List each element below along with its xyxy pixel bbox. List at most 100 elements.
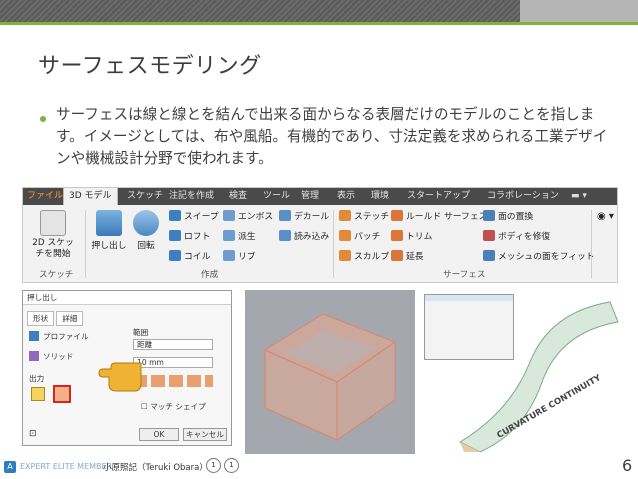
dialog-tab-shape[interactable]: 形状 bbox=[27, 311, 55, 326]
profile-select[interactable]: プロファイル bbox=[29, 331, 89, 342]
ribbon-tab-bar: ファイル 3D モデル スケッチ 注記を作成 検査 ツール 管理 表示 環境 ス… bbox=[23, 188, 617, 205]
tab-inspect[interactable]: 検査 bbox=[229, 188, 247, 205]
extrude-icon bbox=[96, 210, 122, 236]
tab-getting-started[interactable]: スタートアップ bbox=[407, 188, 470, 205]
emboss-icon bbox=[223, 210, 235, 221]
start-2d-sketch-button[interactable]: 2D スケッチを開始 bbox=[29, 210, 77, 260]
bullet-dot bbox=[40, 116, 46, 122]
tab-collaborate[interactable]: コラボレーション bbox=[487, 188, 559, 205]
start-2d-sketch-label: 2D スケッチを開始 bbox=[32, 238, 74, 259]
camera-icon[interactable]: ▬ ▾ bbox=[571, 188, 587, 205]
cancel-button[interactable]: キャンセル bbox=[183, 428, 227, 441]
repair-bodies-label: ボディを修復 bbox=[498, 232, 551, 242]
sketch-icon bbox=[40, 210, 66, 236]
decal-icon bbox=[279, 210, 291, 221]
profile-icon bbox=[29, 331, 39, 341]
coil-button[interactable]: コイル bbox=[169, 250, 210, 264]
tab-3d-model[interactable]: 3D モデル bbox=[63, 188, 118, 205]
curvature-continuity-image: CURVATURE CONTINUITY bbox=[420, 292, 620, 453]
range-value: 距離 bbox=[137, 340, 153, 349]
help-icon[interactable]: ⊡ bbox=[29, 429, 37, 439]
tab-manage[interactable]: 管理 bbox=[301, 188, 319, 205]
patch-button[interactable]: パッチ bbox=[339, 230, 380, 244]
sweep-button[interactable]: スイープ bbox=[169, 210, 219, 224]
rib-icon bbox=[223, 250, 235, 261]
group-label-surface: サーフェス bbox=[443, 270, 486, 280]
group-divider bbox=[85, 210, 86, 278]
tab-sketch[interactable]: スケッチ bbox=[127, 188, 163, 205]
tab-environment[interactable]: 環境 bbox=[371, 188, 389, 205]
trim-icon bbox=[391, 230, 403, 241]
author-name: 小原照記（Teruki Obara） bbox=[103, 463, 208, 473]
import-icon bbox=[279, 230, 291, 241]
settings-dialog-thumbnail bbox=[424, 294, 514, 360]
group-divider bbox=[333, 210, 334, 278]
ruled-surface-icon bbox=[391, 210, 403, 221]
rib-label: リブ bbox=[238, 252, 256, 262]
tab-view[interactable]: 表示 bbox=[337, 188, 355, 205]
solid-icon bbox=[29, 351, 39, 361]
range-label: 範囲 bbox=[133, 328, 149, 337]
revolve-icon bbox=[133, 210, 159, 236]
import-label: 読み込み bbox=[294, 232, 330, 242]
extend-icon bbox=[391, 250, 403, 261]
surface-box-illustration bbox=[263, 313, 397, 441]
tab-annotate[interactable]: 注記を作成 bbox=[169, 188, 214, 205]
patch-label: パッチ bbox=[354, 232, 381, 242]
stitch-label: ステッチ bbox=[354, 212, 390, 222]
fit-mesh-face-button[interactable]: メッシュの面をフィット bbox=[483, 250, 595, 264]
emboss-button[interactable]: エンボス bbox=[223, 210, 273, 224]
dialog-tab-more[interactable]: 詳細 bbox=[56, 311, 84, 326]
replace-face-button[interactable]: 面の置換 bbox=[483, 210, 533, 224]
repair-bodies-button[interactable]: ボディを修復 bbox=[483, 230, 550, 244]
top-banner-light bbox=[520, 0, 638, 22]
revolve-button[interactable]: 回転 bbox=[131, 210, 161, 251]
range-select[interactable]: 距離 bbox=[133, 339, 213, 350]
output-surface-button[interactable] bbox=[53, 385, 71, 403]
patch-icon bbox=[339, 230, 351, 241]
match-shape-checkbox[interactable]: ☐ マッチ シェイプ bbox=[141, 401, 206, 412]
expert-elite-member-label: EXPERT ELITE MEMBER bbox=[20, 462, 113, 471]
freeform-dropdown-icon[interactable]: ◉ ▾ bbox=[597, 210, 614, 224]
ruled-surface-button[interactable]: ルールド サーフェス bbox=[391, 210, 487, 224]
decal-button[interactable]: デカール bbox=[279, 210, 329, 224]
loft-label: ロフト bbox=[184, 232, 211, 242]
pointing-hand-icon bbox=[98, 362, 142, 392]
sculpt-button[interactable]: スカルプ bbox=[339, 250, 389, 264]
direction-buttons[interactable] bbox=[133, 375, 213, 387]
distance-input[interactable]: 10 mm bbox=[133, 357, 213, 368]
group-label-create: 作成 bbox=[201, 270, 219, 280]
stitch-button[interactable]: ステッチ bbox=[339, 210, 389, 224]
output-label: 出力 bbox=[29, 374, 45, 383]
trim-button[interactable]: トリム bbox=[391, 230, 432, 244]
match-shape-label: マッチ シェイプ bbox=[150, 402, 206, 411]
tab-tools[interactable]: ツール bbox=[263, 188, 290, 205]
group-label-sketch: スケッチ bbox=[39, 270, 74, 280]
ok-button[interactable]: OK bbox=[139, 428, 179, 441]
derive-label: 派生 bbox=[238, 232, 256, 242]
trim-label: トリム bbox=[406, 232, 433, 242]
solid-label: ソリッド bbox=[43, 352, 74, 361]
extend-button[interactable]: 延長 bbox=[391, 250, 424, 264]
extrude-dialog-screenshot: 押し出し 形状 詳細 プロファイル ソリッド 出力 範囲 距離 10 mm ☐ マ… bbox=[22, 290, 232, 446]
emboss-label: エンボス bbox=[238, 212, 274, 222]
coil-label: コイル bbox=[184, 252, 211, 262]
extrude-button[interactable]: 押し出し bbox=[91, 210, 127, 251]
rib-button[interactable]: リブ bbox=[223, 250, 256, 264]
repair-bodies-icon bbox=[483, 230, 495, 241]
slide-bullet-text: サーフェスは線と線とを結んで出来る面からなる表層だけのモデルのことを指します。イ… bbox=[56, 106, 608, 167]
import-button[interactable]: 読み込み bbox=[279, 230, 329, 244]
tab-file[interactable]: ファイル bbox=[27, 188, 63, 205]
ribbon-screenshot: ファイル 3D モデル スケッチ 注記を作成 検査 ツール 管理 表示 環境 ス… bbox=[22, 187, 618, 283]
loft-icon bbox=[169, 230, 181, 241]
output-solid-button[interactable] bbox=[31, 387, 45, 401]
derive-icon bbox=[223, 230, 235, 241]
fit-mesh-face-label: メッシュの面をフィット bbox=[498, 252, 595, 262]
replace-face-icon bbox=[483, 210, 495, 221]
solid-select[interactable]: ソリッド bbox=[29, 351, 73, 362]
derive-button[interactable]: 派生 bbox=[223, 230, 256, 244]
sculpt-label: スカルプ bbox=[354, 252, 390, 262]
slide-title: サーフェスモデリング bbox=[38, 54, 262, 79]
loft-button[interactable]: ロフト bbox=[169, 230, 210, 244]
award-badge-icon: 1 bbox=[206, 458, 221, 473]
